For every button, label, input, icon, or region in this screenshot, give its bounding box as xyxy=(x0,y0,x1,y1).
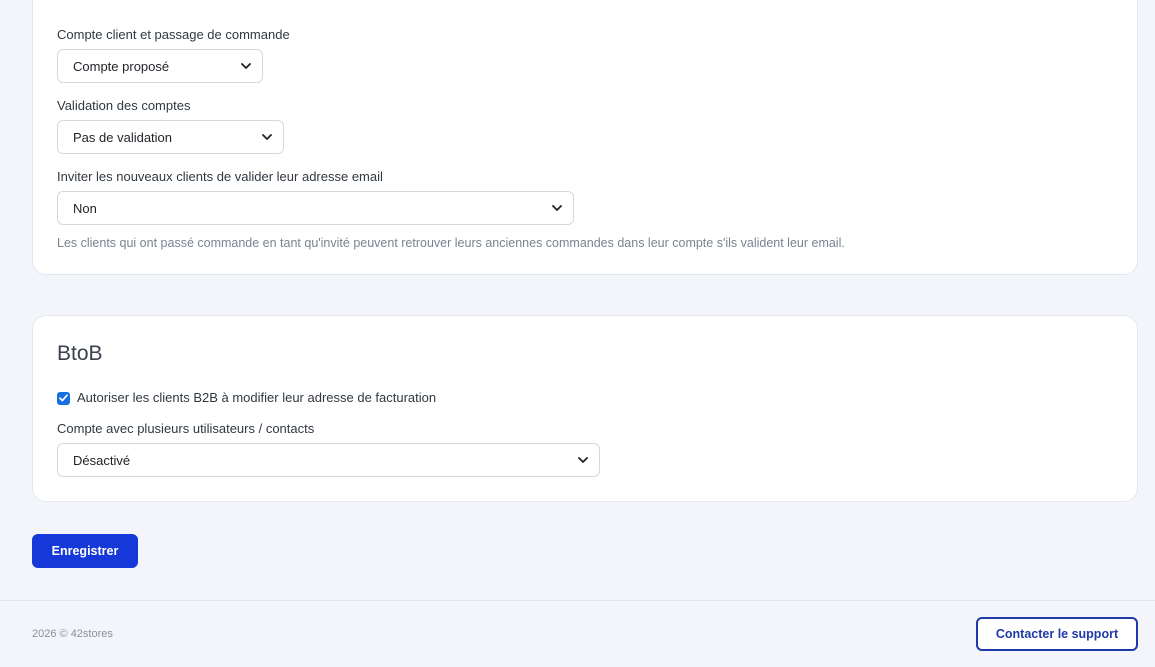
account-validation-value: Pas de validation xyxy=(73,129,173,145)
email-validation-help: Les clients qui ont passé commande en ta… xyxy=(57,236,845,250)
contact-support-button[interactable]: Contacter le support xyxy=(976,617,1138,651)
save-button[interactable]: Enregistrer xyxy=(32,534,138,568)
checkmark-icon xyxy=(59,394,68,402)
customer-account-select[interactable]: Compte proposé xyxy=(57,49,263,83)
multi-user-select[interactable]: Désactivé xyxy=(57,443,600,477)
email-validation-select[interactable]: Non xyxy=(57,191,574,225)
email-validation-value: Non xyxy=(73,200,97,216)
multi-user-value: Désactivé xyxy=(73,452,131,468)
allow-billing-edit-checkbox[interactable] xyxy=(57,391,70,405)
btob-title: BtoB xyxy=(57,342,103,365)
chevron-down-icon xyxy=(240,60,252,72)
settings-page: Compte client et passage de commande Com… xyxy=(0,0,1155,667)
customer-account-value: Compte proposé xyxy=(73,58,170,74)
chevron-down-icon xyxy=(577,454,589,466)
multi-user-label: Compte avec plusieurs utilisateurs / con… xyxy=(57,421,315,436)
allow-billing-edit-checkbox-row[interactable]: Autoriser les clients B2B à modifier leu… xyxy=(57,390,436,406)
btob-settings-card: BtoB Autoriser les clients B2B à modifie… xyxy=(32,315,1138,502)
chevron-down-icon xyxy=(551,202,563,214)
customer-account-label: Compte client et passage de commande xyxy=(57,27,290,42)
footer: 2026 © 42stores Contacter le support xyxy=(0,600,1155,667)
copyright-text: 2026 © 42stores xyxy=(32,628,113,640)
account-validation-label: Validation des comptes xyxy=(57,98,191,113)
chevron-down-icon xyxy=(261,131,273,143)
allow-billing-edit-label: Autoriser les clients B2B à modifier leu… xyxy=(77,390,437,405)
email-validation-label: Inviter les nouveaux clients de valider … xyxy=(57,169,383,184)
account-validation-select[interactable]: Pas de validation xyxy=(57,120,284,154)
accounts-settings-card: Compte client et passage de commande Com… xyxy=(32,0,1138,275)
